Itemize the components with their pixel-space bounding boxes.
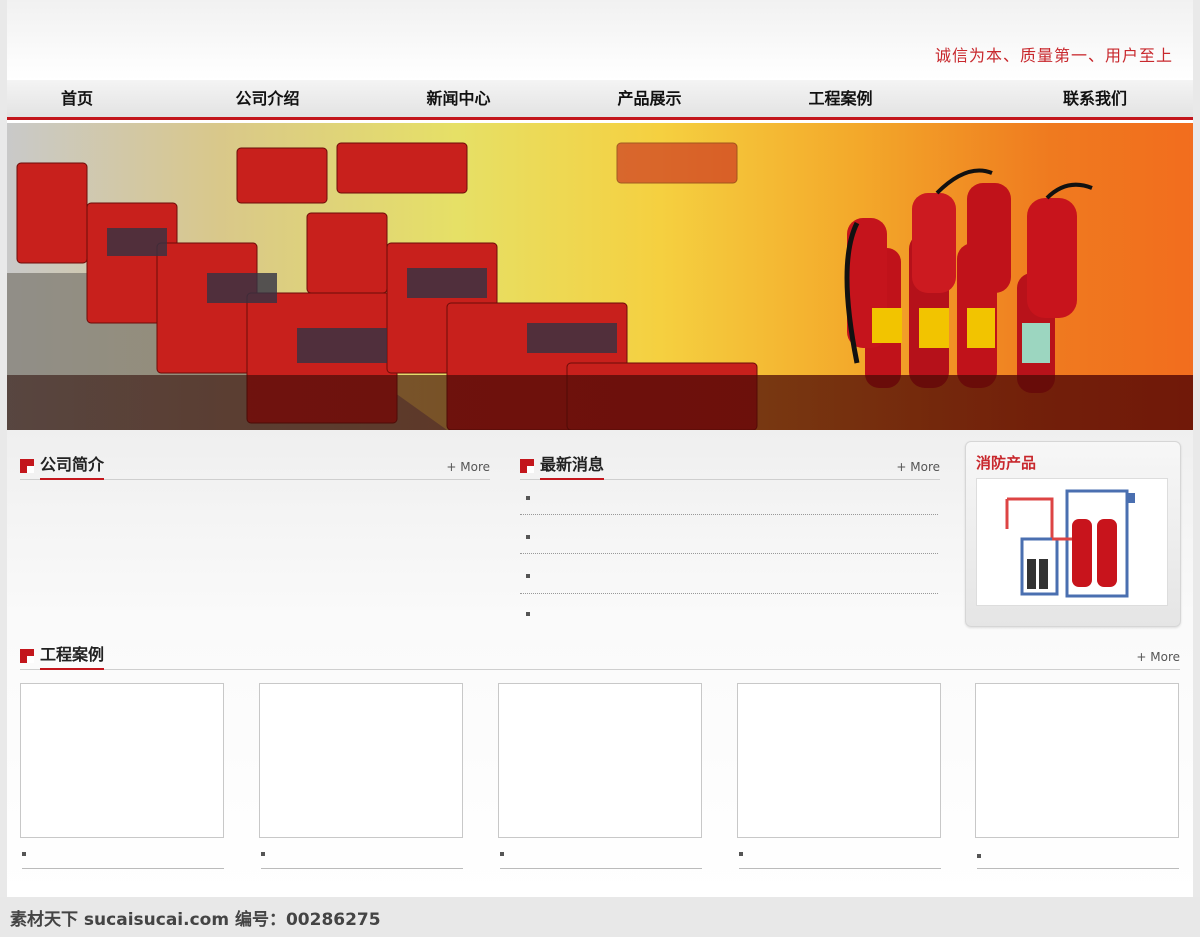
case-caption-bullet [22, 852, 26, 856]
news-divider [520, 593, 938, 594]
nav-item-contact[interactable]: 联系我们 [936, 80, 1193, 117]
fire-products-title: 消防产品 [976, 454, 1037, 472]
case-underline [739, 868, 941, 869]
case-caption-bullet [500, 852, 504, 856]
nav-item-products[interactable]: 产品展示 [554, 80, 745, 117]
content-area: 公司简介 + More 最新消息 + More 消防产品 工程案例 + More [7, 430, 1193, 897]
nav-item-cases[interactable]: 工程案例 [745, 80, 936, 117]
case-thumbnail[interactable] [498, 683, 702, 838]
news-divider [520, 514, 938, 515]
watermark-text: 素材天下 sucaisucai.com 编号：00286275 [10, 910, 381, 930]
case-underline [977, 868, 1179, 869]
cases-title: 工程案例 [40, 644, 105, 670]
fire-product-image[interactable] [976, 478, 1168, 606]
footer: 素材天下 sucaisucai.com 编号：00286275 [0, 897, 1200, 937]
section-marker-icon [20, 459, 34, 473]
section-marker-icon [20, 649, 34, 663]
banner-shadow-band [7, 375, 1193, 430]
case-underline [500, 868, 702, 869]
nav-item-about[interactable]: 公司介绍 [172, 80, 363, 117]
company-intro-more-link[interactable]: + More [446, 460, 490, 474]
case-caption-bullet [977, 854, 981, 858]
company-intro-header: 公司简介 + More [20, 454, 490, 480]
nav-item-news[interactable]: 新闻中心 [363, 80, 554, 117]
case-thumbnail[interactable] [20, 683, 224, 838]
case-thumbnail[interactable] [259, 683, 463, 838]
news-divider [520, 553, 938, 554]
news-title: 最新消息 [540, 454, 605, 480]
nav-item-home[interactable]: 首页 [7, 80, 172, 117]
page: 诚信为本、质量第一、用户至上 首页 公司介绍 新闻中心 产品展示 工程案例 联系… [7, 0, 1193, 897]
company-intro-title: 公司简介 [40, 454, 105, 480]
header-slogan: 诚信为本、质量第一、用户至上 [934, 46, 1173, 65]
section-marker-icon [520, 459, 534, 473]
hero-banner [7, 123, 1193, 430]
fire-products-panel: 消防产品 [965, 441, 1181, 627]
cases-header: 工程案例 + More [20, 644, 1180, 670]
case-underline [261, 868, 463, 869]
case-caption-bullet [739, 852, 743, 856]
case-thumbnail[interactable] [975, 683, 1179, 838]
fire-system-illustration [1005, 489, 1135, 598]
news-list-item[interactable] [526, 496, 530, 500]
news-list-item[interactable] [526, 612, 530, 616]
news-list-item[interactable] [526, 535, 530, 539]
main-nav: 首页 公司介绍 新闻中心 产品展示 工程案例 联系我们 [7, 80, 1193, 120]
news-header: 最新消息 + More [520, 454, 940, 480]
case-caption-bullet [261, 852, 265, 856]
case-thumbnail[interactable] [737, 683, 941, 838]
news-more-link[interactable]: + More [896, 460, 940, 474]
case-underline [22, 868, 224, 869]
news-list-item[interactable] [526, 574, 530, 578]
cases-more-link[interactable]: + More [1136, 650, 1180, 664]
